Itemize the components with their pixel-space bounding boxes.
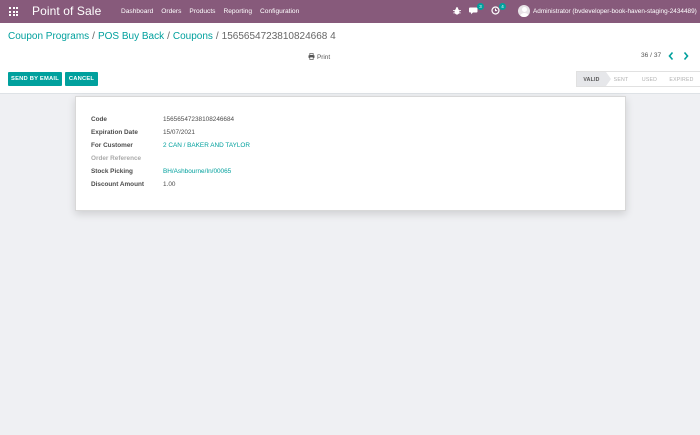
- print-button[interactable]: Print: [308, 53, 330, 62]
- menu-item-configuration[interactable]: Configuration: [260, 8, 299, 15]
- menu-item-orders[interactable]: Orders: [161, 8, 181, 15]
- breadcrumb: Coupon Programs / POS Buy Back / Coupons/156…: [8, 31, 336, 42]
- expiration-date-value: 15/07/2021: [163, 129, 195, 136]
- breadcrumb-current-record: 1565654723810824668 4: [221, 31, 336, 42]
- breadcrumb-coupons[interactable]: Coupons: [173, 31, 213, 42]
- cancel-button[interactable]: CANCEL: [65, 72, 98, 86]
- send-by-email-button[interactable]: SEND BY EMAIL: [8, 72, 62, 86]
- chat-icon[interactable]: 3: [469, 3, 484, 16]
- print-label: Print: [317, 54, 331, 61]
- status-expired[interactable]: EXPIRED: [663, 71, 700, 87]
- user-menu[interactable]: Administrator (bvdeveloper-book-haven-st…: [533, 8, 697, 15]
- breadcrumb-coupon-programs[interactable]: Coupon Programs: [8, 31, 89, 42]
- main-menu: Dashboard Orders Products Reporting Conf…: [121, 8, 307, 15]
- field-label: Expiration Date: [91, 129, 138, 136]
- app-title: Point of Sale: [32, 4, 102, 18]
- stock-picking-link[interactable]: BH/Ashbourne/In/00065: [163, 168, 231, 175]
- status-used[interactable]: USED: [636, 71, 663, 87]
- pager-value[interactable]: 36 / 37: [641, 52, 661, 59]
- field-label: Discount Amount: [91, 181, 145, 188]
- top-navbar: Point of Sale Dashboard Orders Products …: [0, 0, 700, 23]
- apps-menu-icon[interactable]: [9, 7, 18, 16]
- customer-link[interactable]: 2 CAN / BAKER AND TAYLOR: [163, 142, 250, 149]
- status-bar: VALID SENT USED EXPIRED: [576, 71, 700, 87]
- breadcrumb-separator: /: [215, 31, 219, 42]
- field-label: Order Reference: [91, 155, 142, 162]
- discount-amount-value: 1.00: [163, 181, 176, 188]
- form-sheet: Code 15656547238108246684 Expiration Dat…: [75, 96, 626, 211]
- user-avatar[interactable]: [518, 5, 530, 17]
- control-panel: Coupon Programs / POS Buy Back / Coupons/156…: [0, 23, 700, 94]
- code-value: 15656547238108246684: [163, 116, 235, 123]
- chevron-right-icon[interactable]: [682, 51, 690, 61]
- status-valid: VALID: [576, 71, 611, 87]
- menu-item-reporting[interactable]: Reporting: [223, 8, 252, 15]
- field-label: Stock Picking: [91, 168, 133, 175]
- field-label: Code: [91, 116, 107, 123]
- printer-icon: [308, 53, 315, 62]
- bug-icon[interactable]: [453, 7, 461, 15]
- chevron-left-icon[interactable]: [667, 51, 675, 61]
- breadcrumb-separator: /: [92, 31, 95, 42]
- field-label: For Customer: [91, 142, 133, 149]
- chat-count-badge: 3: [477, 3, 484, 10]
- menu-item-products[interactable]: Products: [189, 8, 215, 15]
- breadcrumb-separator: /: [167, 31, 170, 42]
- activity-count-badge: 4: [499, 3, 506, 10]
- activity-clock-icon[interactable]: 4: [491, 3, 506, 16]
- menu-item-dashboard[interactable]: Dashboard: [121, 8, 153, 15]
- breadcrumb-pos-buy-back[interactable]: POS Buy Back: [98, 31, 164, 42]
